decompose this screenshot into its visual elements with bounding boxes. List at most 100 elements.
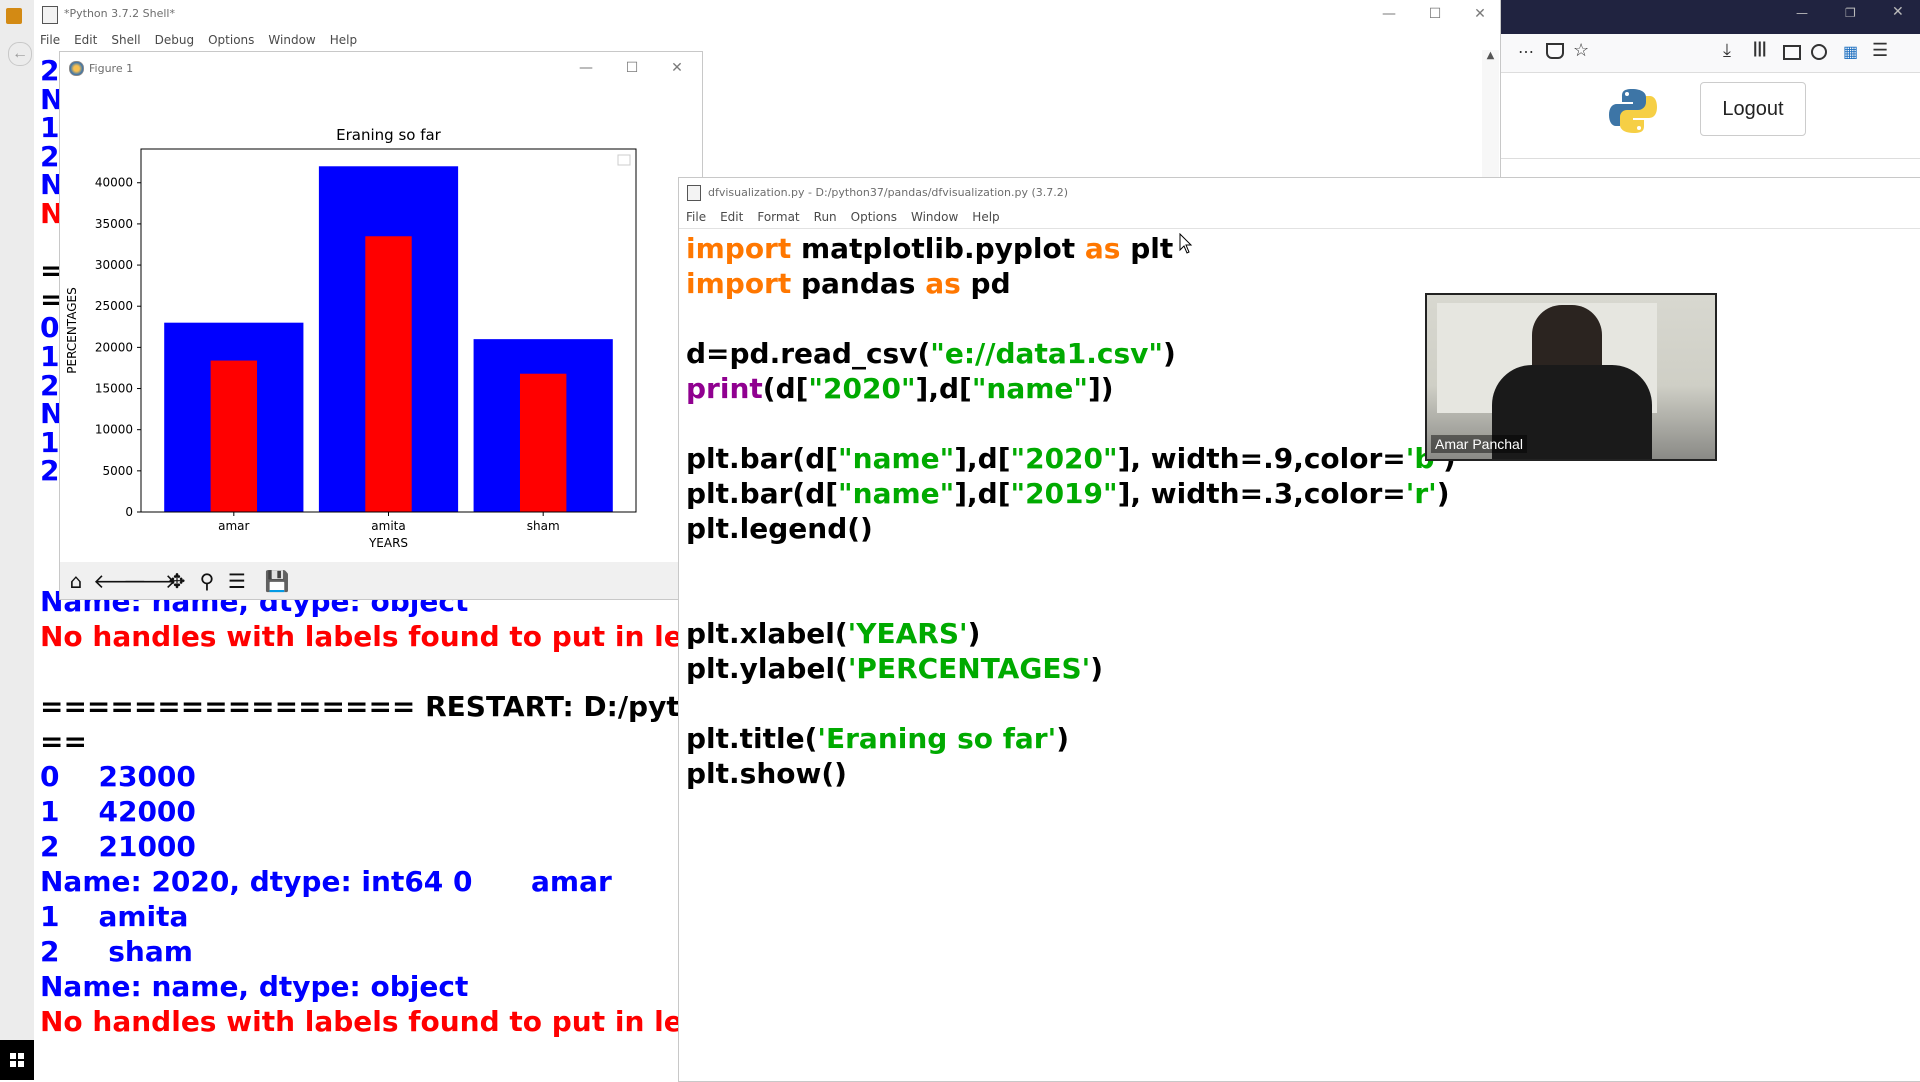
shell-menu-window[interactable]: Window — [268, 33, 315, 47]
browser-titlebar — [1500, 0, 1920, 34]
code-token: plt.legend() — [686, 512, 873, 545]
code-token: ) — [1056, 722, 1069, 755]
extension-icon[interactable]: ▦ — [1843, 42, 1858, 62]
shell-menu-edit[interactable]: Edit — [74, 33, 97, 47]
logout-button[interactable]: Logout — [1700, 82, 1806, 136]
shell-output-line: 2 sham — [40, 935, 193, 968]
editor-menu-edit[interactable]: Edit — [720, 210, 743, 224]
pocket-icon[interactable] — [1546, 43, 1564, 59]
code-token: matplotlib.pyplot — [791, 232, 1085, 265]
shell-menu-debug[interactable]: Debug — [155, 33, 194, 47]
code-token: plt.bar(d[ — [686, 477, 839, 510]
configure-subplots-icon[interactable]: ☰ — [224, 568, 250, 594]
editor-titlebar: dfvisualization.py - D:/python37/pandas/… — [679, 178, 1920, 208]
code-token: ]) — [1087, 372, 1114, 405]
shell-menu-options[interactable]: Options — [208, 33, 254, 47]
x-axis-label: YEARS — [368, 536, 408, 550]
download-icon[interactable]: ⤓ — [1723, 40, 1731, 61]
python-file-icon — [687, 185, 701, 201]
browser-minimize-icon[interactable]: — — [1796, 6, 1808, 20]
code-line: d=pd.read_csv("e://data1.csv") — [686, 336, 1456, 371]
shell-maximize-icon[interactable]: ☐ — [1415, 0, 1455, 28]
figure-window: Figure 1 — ☐ ✕ Eraning so far 0 5000 10000 1… — [59, 51, 703, 600]
browser-close-icon[interactable]: ✕ — [1892, 4, 1904, 20]
home-icon[interactable]: ⌂ — [63, 568, 89, 594]
matplotlib-icon — [69, 61, 84, 76]
x-tick-label: amita — [371, 519, 405, 533]
code-token: plt.bar(d[ — [686, 442, 839, 475]
shell-title: *Python 3.7.2 Shell* — [64, 7, 175, 20]
code-line: plt.xlabel('YEARS') — [686, 616, 1456, 651]
figure-close-icon[interactable]: ✕ — [657, 54, 697, 82]
figure-maximize-icon[interactable]: ☐ — [612, 54, 652, 82]
y-tick-label: 40000 — [95, 176, 133, 190]
code-token: ],d[ — [954, 442, 1011, 475]
y-tick-label: 15000 — [95, 382, 133, 396]
shell-menu-help[interactable]: Help — [330, 33, 357, 47]
library-icon[interactable]: ||| — [1753, 40, 1766, 58]
account-icon[interactable] — [1811, 44, 1827, 60]
code-token: ], width=.9,color= — [1117, 442, 1406, 475]
webcam-overlay: Amar Panchal — [1425, 293, 1717, 461]
code-token: 'PERCENTAGES' — [847, 652, 1091, 685]
back-arrow-icon[interactable]: ← — [8, 42, 32, 66]
code-editor[interactable]: import matplotlib.pyplot as plt import pa… — [686, 231, 1456, 791]
code-token: plt.title( — [686, 722, 818, 755]
code-token: 'r' — [1405, 477, 1437, 510]
bookmark-star-icon[interactable]: ☆ — [1573, 40, 1589, 61]
bar-chart: Eraning so far 0 5000 10000 15000 20000 25000 3… — [60, 84, 702, 562]
code-token: plt.show() — [686, 757, 847, 790]
figure-titlebar: Figure 1 — ☐ ✕ — [60, 52, 702, 84]
code-token: "name" — [838, 442, 955, 475]
shell-output-line: ================ RESTART: D:/python37/pa… — [40, 690, 680, 723]
code-line: import pandas as pd — [686, 266, 1456, 301]
editor-menu-format[interactable]: Format — [757, 210, 799, 224]
shell-menu-shell[interactable]: Shell — [111, 33, 140, 47]
code-line: print(d["2020"],d["name"]) — [686, 371, 1456, 406]
app-icon[interactable] — [6, 8, 22, 24]
save-icon[interactable]: 💾 — [264, 568, 290, 594]
more-actions-icon[interactable]: ⋯ — [1518, 42, 1534, 62]
code-token: as — [1084, 232, 1121, 265]
code-token: ],d[ — [915, 372, 972, 405]
editor-menubar: File Edit Format Run Options Window Help — [686, 210, 1014, 224]
code-token: import — [686, 267, 792, 300]
x-tick-label: amar — [218, 519, 249, 533]
sidebar-icon[interactable] — [1783, 45, 1801, 60]
editor-menu-run[interactable]: Run — [814, 210, 837, 224]
shell-output-line: 2 21000 — [40, 830, 196, 863]
y-tick-label: 10000 — [95, 423, 133, 437]
editor-menu-window[interactable]: Window — [911, 210, 958, 224]
menubar-divider — [679, 228, 1920, 229]
code-token: "name" — [838, 477, 955, 510]
shell-menu-file[interactable]: File — [40, 33, 60, 47]
code-token: "2019" — [1010, 477, 1118, 510]
y-tick-label: 0 — [125, 505, 133, 519]
figure-minimize-icon[interactable]: — — [566, 54, 606, 82]
zoom-icon[interactable]: ⚲ — [194, 568, 220, 594]
shell-minimize-icon[interactable]: — — [1369, 0, 1409, 28]
windows-start-icon[interactable] — [0, 1040, 34, 1080]
code-line: plt.title('Eraning so far') — [686, 721, 1456, 756]
code-line: plt.show() — [686, 756, 1456, 791]
editor-menu-file[interactable]: File — [686, 210, 706, 224]
cursor-arrow-icon — [1179, 233, 1193, 254]
shell-close-icon[interactable]: ✕ — [1460, 0, 1500, 28]
pan-icon[interactable]: ✥ — [164, 568, 190, 594]
editor-menu-options[interactable]: Options — [851, 210, 897, 224]
forward-icon[interactable]: 🡒 — [123, 568, 177, 594]
x-tick-label: sham — [527, 519, 560, 533]
editor-menu-help[interactable]: Help — [972, 210, 999, 224]
back-icon[interactable]: 🡐 — [93, 568, 147, 594]
code-line: plt.bar(d["name"],d["2020"], width=.9,co… — [686, 441, 1456, 476]
browser-restore-icon[interactable]: ❐ — [1845, 6, 1856, 20]
menu-hamburger-icon[interactable]: ☰ — [1872, 40, 1888, 61]
bar-amita-series-2 — [365, 236, 412, 512]
code-line: plt.bar(d["name"],d["2019"], width=.3,co… — [686, 476, 1456, 511]
code-token: d=pd.read_csv( — [686, 337, 931, 370]
shell-titlebar: *Python 3.7.2 Shell* — ☐ ✕ — [34, 0, 1500, 28]
python-file-icon — [42, 6, 58, 24]
